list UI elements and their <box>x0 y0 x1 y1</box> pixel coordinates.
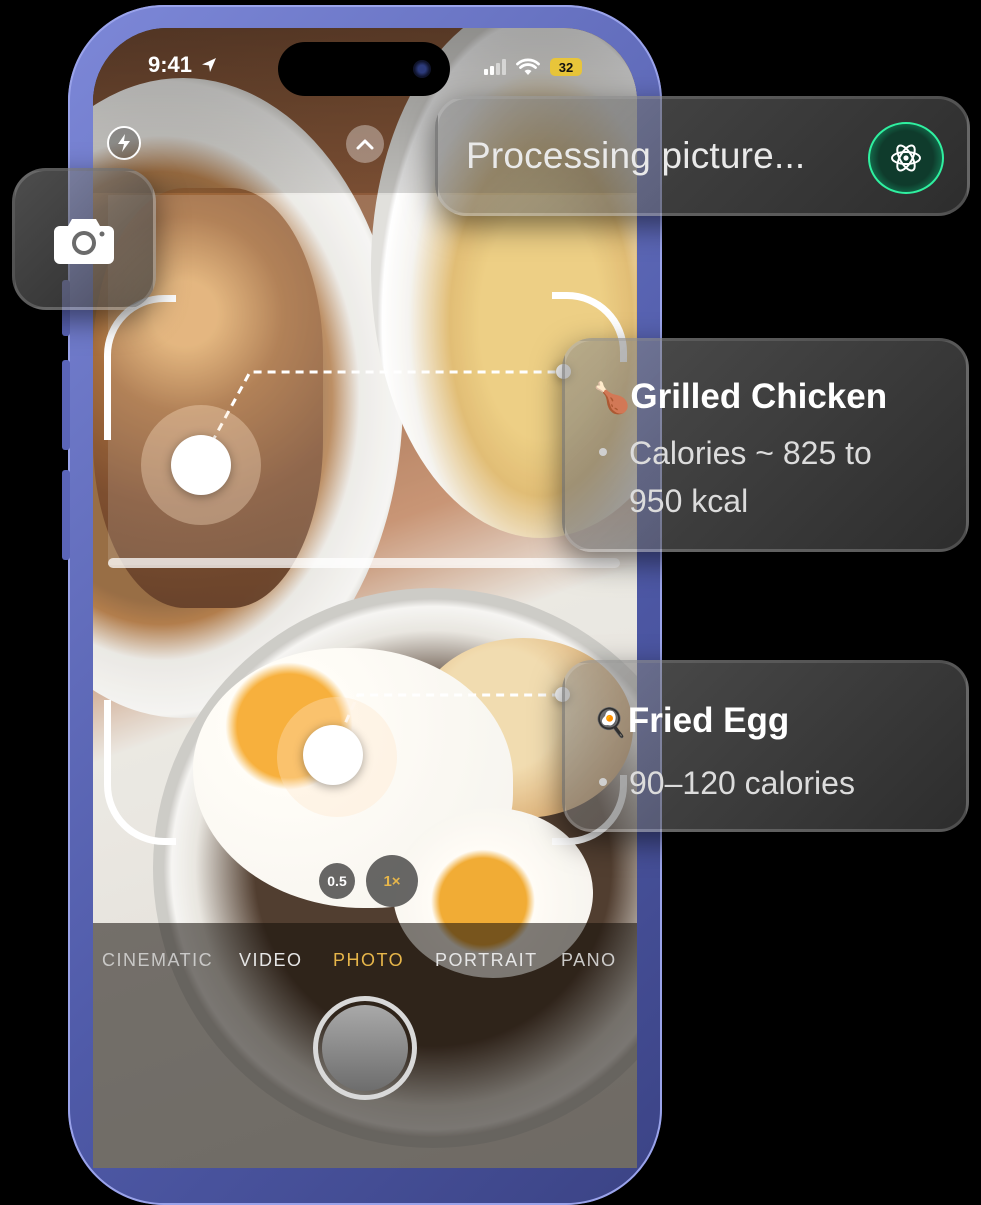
detection-name: Grilled Chicken <box>630 377 888 416</box>
detection-name: Fried Egg <box>627 701 790 740</box>
focus-point-egg[interactable] <box>303 725 363 785</box>
detection-detail-egg: 90–120 calories <box>599 759 855 807</box>
processing-label: Processing picture... <box>466 135 806 176</box>
shutter-inner <box>322 1005 408 1091</box>
shutter-button[interactable] <box>313 996 417 1100</box>
detection-detail-chicken: Calories ~ 825 to 950 kcal <box>599 429 872 525</box>
frying-pan-icon: 🍳 <box>593 707 628 738</box>
mode-pano[interactable]: PANO <box>561 950 617 971</box>
detail-line: 950 kcal <box>629 483 749 519</box>
processing-card: Processing picture... <box>435 96 970 216</box>
focus-point-chicken[interactable] <box>171 435 231 495</box>
detection-title-chicken: 🍗Grilled Chicken <box>593 377 887 417</box>
ai-atom-icon <box>891 144 921 172</box>
detail-line: 90–120 calories <box>629 765 855 801</box>
detection-card-egg[interactable]: 🍳Fried Egg 90–120 calories <box>562 660 969 832</box>
detail-line: Calories ~ 825 to <box>629 435 872 471</box>
bullet-icon <box>599 447 607 456</box>
mode-cinematic[interactable]: CINEMATIC <box>102 950 213 971</box>
zoom-1x-button[interactable]: 1× <box>366 855 418 907</box>
bullet-icon <box>599 777 607 786</box>
camera-shortcut-button[interactable] <box>12 168 156 310</box>
drumstick-icon: 🍗 <box>593 382 631 415</box>
detection-title-egg: 🍳Fried Egg <box>593 701 789 741</box>
mode-video[interactable]: VIDEO <box>239 950 303 971</box>
camera-icon <box>54 219 114 264</box>
mode-photo[interactable]: PHOTO <box>333 950 404 971</box>
zoom-0.5-button[interactable]: 0.5 <box>319 863 355 899</box>
ai-status-button[interactable] <box>868 122 944 194</box>
camera-mode-selector: CINEMATIC VIDEO PHOTO PORTRAIT PANO <box>100 950 640 974</box>
detection-card-chicken[interactable]: 🍗Grilled Chicken Calories ~ 825 to 950 k… <box>562 338 969 552</box>
mode-portrait[interactable]: PORTRAIT <box>435 950 538 971</box>
